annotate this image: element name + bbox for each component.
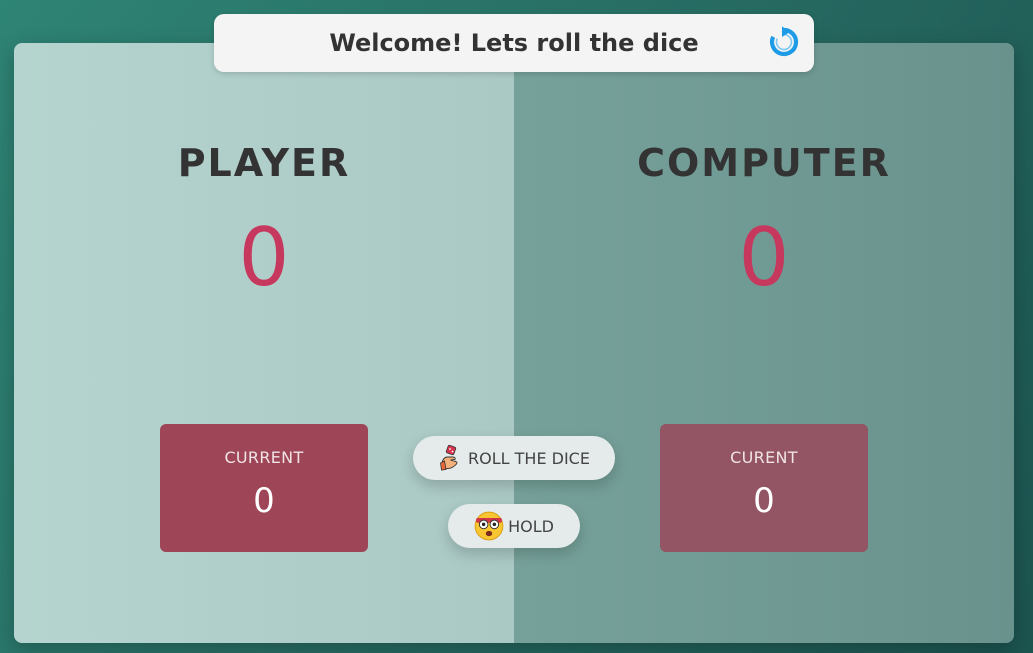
roll-dice-button[interactable]: ROLL THE DICE (413, 436, 615, 480)
computer-current-box: CURENT 0 (660, 424, 868, 552)
status-bar: Welcome! Lets roll the dice (214, 14, 814, 72)
player-current-box: CURRENT 0 (160, 424, 368, 552)
game-board: PLAYER 0 CURRENT 0 COMPUTER 0 CURENT 0 (14, 43, 1014, 643)
player-name: PLAYER (177, 141, 351, 185)
computer-current-value: 0 (753, 481, 775, 521)
hold-button[interactable]: HOLD (448, 504, 580, 548)
player-current-value: 0 (253, 481, 275, 521)
player-panel: PLAYER 0 CURRENT 0 (14, 43, 514, 643)
hold-label: HOLD (508, 516, 554, 536)
computer-panel: COMPUTER 0 CURENT 0 (514, 43, 1014, 643)
refresh-icon[interactable] (768, 26, 800, 58)
shocked-face-icon (474, 511, 504, 541)
computer-current-label: CURENT (730, 448, 798, 467)
player-current-label: CURRENT (224, 448, 304, 467)
roll-dice-label: ROLL THE DICE (468, 448, 590, 468)
player-score: 0 (238, 211, 290, 304)
status-message: Welcome! Lets roll the dice (329, 29, 699, 57)
computer-name: COMPUTER (637, 141, 891, 185)
dice-hand-icon (440, 445, 458, 471)
computer-score: 0 (738, 211, 790, 304)
